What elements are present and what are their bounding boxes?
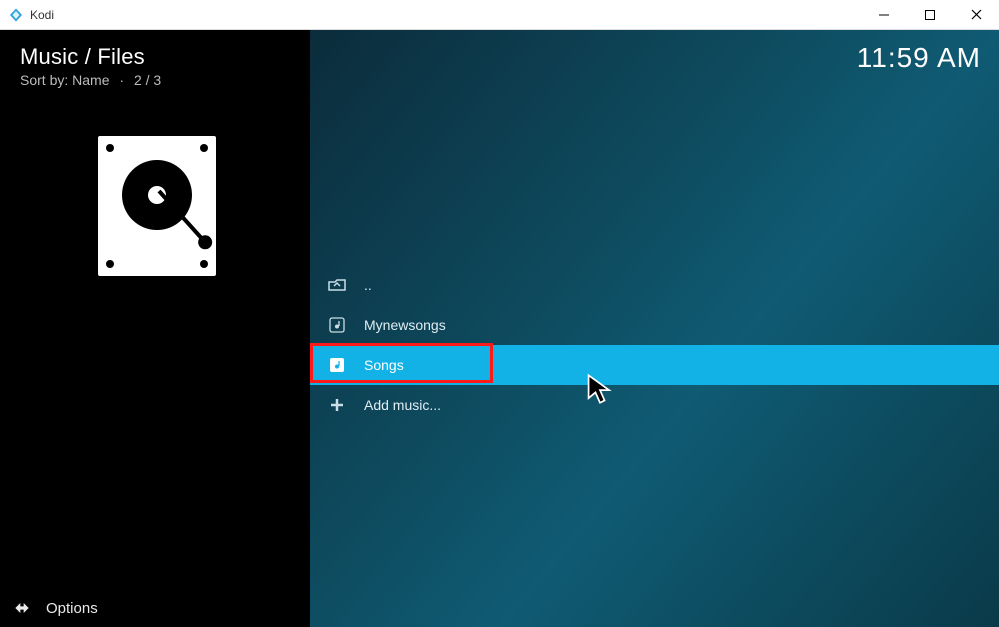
list-item-back[interactable]: .. xyxy=(310,265,999,305)
folder-up-icon xyxy=(328,276,346,294)
app-body: Music / Files Sort by: Name · 2 / 3 Opti… xyxy=(0,30,999,627)
minimize-button[interactable] xyxy=(861,0,907,30)
options-icon xyxy=(12,598,32,618)
maximize-button[interactable] xyxy=(907,0,953,30)
window-titlebar: Kodi xyxy=(0,0,999,30)
sidebar-header: Music / Files Sort by: Name · 2 / 3 xyxy=(0,30,310,88)
music-source-icon xyxy=(328,356,346,374)
list-item-label: Add music... xyxy=(364,397,441,413)
hard-disk-icon xyxy=(98,136,216,276)
sort-value: Name xyxy=(72,72,109,88)
file-list: .. Mynewsongs Songs Add music... xyxy=(310,265,999,425)
breadcrumb: Music / Files xyxy=(20,44,290,70)
list-item-label: .. xyxy=(364,277,372,293)
list-item-label: Mynewsongs xyxy=(364,317,446,333)
options-button[interactable]: Options xyxy=(0,589,310,627)
page-indicator: 2 / 3 xyxy=(134,72,161,88)
main-pane: 11:59 AM .. Mynewsongs Songs xyxy=(310,30,999,627)
clock: 11:59 AM xyxy=(857,42,981,74)
window-controls xyxy=(861,0,999,30)
titlebar-left: Kodi xyxy=(0,7,54,23)
sort-label: Sort by: xyxy=(20,72,68,88)
list-item-label: Songs xyxy=(364,357,404,373)
sort-line[interactable]: Sort by: Name · 2 / 3 xyxy=(20,72,290,88)
options-label: Options xyxy=(46,600,98,617)
window-title: Kodi xyxy=(30,8,54,22)
plus-icon xyxy=(328,396,346,414)
sort-separator: · xyxy=(119,72,124,88)
sidebar: Music / Files Sort by: Name · 2 / 3 Opti… xyxy=(0,30,310,627)
close-button[interactable] xyxy=(953,0,999,30)
list-item-add[interactable]: Add music... xyxy=(310,385,999,425)
list-item-selected[interactable]: Songs xyxy=(310,345,999,385)
list-item[interactable]: Mynewsongs xyxy=(310,305,999,345)
music-source-icon xyxy=(328,316,346,334)
kodi-logo-icon xyxy=(8,7,24,23)
